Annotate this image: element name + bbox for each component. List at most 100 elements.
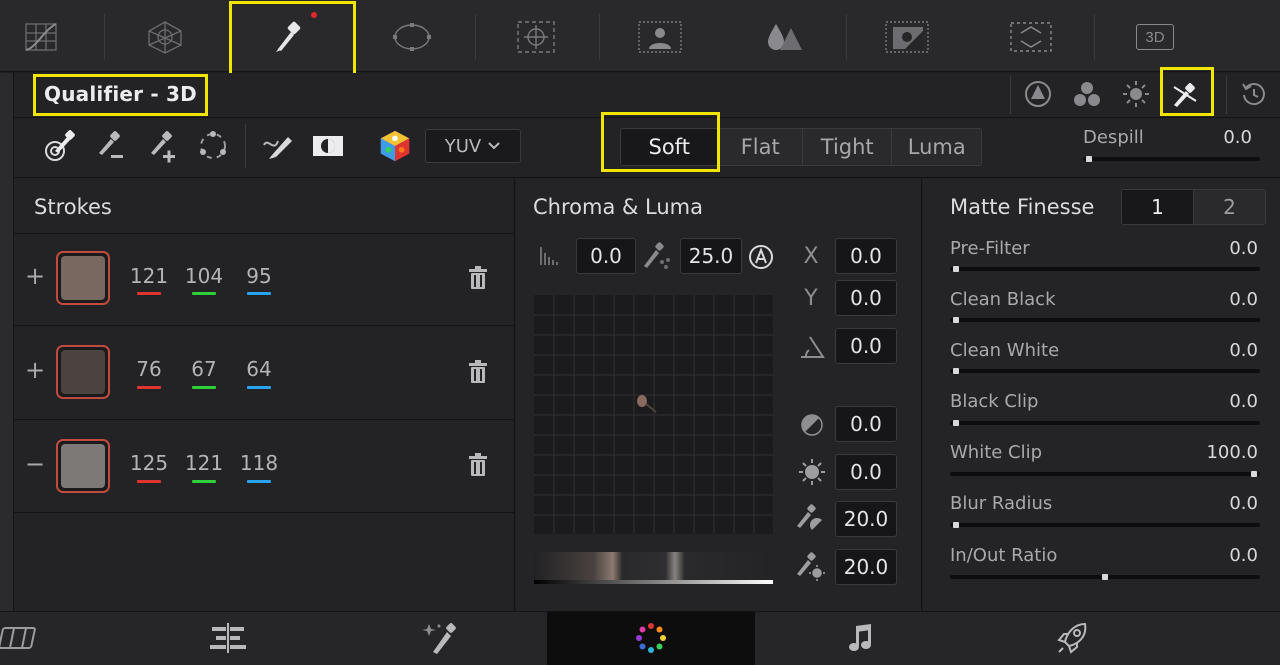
trash-icon[interactable] bbox=[467, 360, 489, 384]
mode-tight-button[interactable]: Tight bbox=[802, 129, 893, 165]
high-softness-control bbox=[794, 551, 826, 583]
window-tool[interactable] bbox=[352, 4, 472, 70]
stroke-swatch[interactable] bbox=[56, 439, 110, 493]
slider-value[interactable]: 0.0 bbox=[1180, 493, 1258, 514]
stroke-color bbox=[61, 444, 105, 488]
chroma-top-right-field[interactable]: 25.0 bbox=[680, 238, 742, 274]
slider-knob[interactable] bbox=[953, 317, 959, 323]
slider-value[interactable]: 0.0 bbox=[1180, 238, 1258, 259]
high-softness-field[interactable]: 20.0 bbox=[835, 549, 897, 585]
trash-icon[interactable] bbox=[467, 453, 489, 477]
color-space-dropdown[interactable]: YUV bbox=[425, 129, 521, 163]
rgb-icon bbox=[1074, 82, 1100, 106]
row-separator bbox=[14, 233, 515, 234]
slider-label: In/Out Ratio bbox=[950, 545, 1058, 566]
despill-slider-knob[interactable] bbox=[1086, 156, 1092, 162]
slider-knob[interactable] bbox=[953, 522, 959, 528]
stroke-swatch[interactable] bbox=[56, 345, 110, 399]
stroke-swatch[interactable] bbox=[56, 251, 110, 305]
slider-label: Clean White bbox=[950, 340, 1060, 361]
brightness-value-field[interactable]: 0.0 bbox=[835, 454, 897, 490]
color-page-button[interactable] bbox=[621, 612, 681, 664]
despill-slider[interactable] bbox=[1083, 157, 1260, 161]
slider-knob[interactable] bbox=[1251, 471, 1257, 477]
curves-tool[interactable] bbox=[0, 4, 102, 70]
reset-button[interactable] bbox=[1231, 74, 1277, 114]
3d-tool[interactable]: 3D bbox=[1095, 4, 1215, 70]
slider-value[interactable]: 0.0 bbox=[1180, 545, 1258, 566]
green-indicator bbox=[192, 480, 216, 483]
y-axis-label: Y bbox=[804, 286, 818, 311]
magic-mask-tool[interactable] bbox=[600, 4, 720, 70]
active-indicator-dot bbox=[311, 12, 317, 18]
low-softness-control bbox=[794, 503, 826, 535]
stroke-red-value: 121 bbox=[129, 264, 169, 288]
chroma-top-left-field[interactable]: 0.0 bbox=[576, 238, 636, 274]
picker-minus-tool[interactable] bbox=[92, 128, 128, 164]
stroke-green-value: 121 bbox=[184, 451, 224, 475]
blur-tool[interactable] bbox=[723, 4, 843, 70]
stroke-sign[interactable]: + bbox=[25, 356, 45, 384]
mode-flat-button[interactable]: Flat bbox=[718, 129, 803, 165]
slider-value[interactable]: 0.0 bbox=[1180, 391, 1258, 412]
slider-track[interactable] bbox=[950, 472, 1260, 476]
slider-track[interactable] bbox=[950, 318, 1260, 322]
slider-value[interactable]: 100.0 bbox=[1180, 442, 1258, 463]
slider-knob[interactable] bbox=[953, 368, 959, 374]
picker-tool[interactable] bbox=[42, 128, 78, 164]
picker-plus-tool[interactable] bbox=[144, 128, 180, 164]
highlight-toggle[interactable] bbox=[310, 128, 346, 164]
deliver-page-button[interactable] bbox=[1043, 612, 1103, 664]
tracker-tool[interactable] bbox=[476, 4, 596, 70]
row-separator bbox=[14, 512, 515, 513]
fairlight-page-button[interactable] bbox=[832, 612, 892, 664]
rgb-mode-button[interactable] bbox=[1064, 74, 1110, 114]
key-icon bbox=[885, 21, 929, 53]
dotted-circle-icon bbox=[200, 131, 226, 159]
despill-value[interactable]: 0.0 bbox=[1200, 127, 1252, 148]
contrast-control bbox=[796, 409, 828, 441]
angle-control bbox=[796, 331, 828, 363]
stroke-sign[interactable]: + bbox=[25, 262, 45, 290]
color-icon bbox=[636, 623, 666, 653]
auto-icon[interactable] bbox=[747, 243, 775, 271]
feather-tool[interactable] bbox=[260, 128, 296, 164]
fairlight-timeline-icon bbox=[210, 623, 246, 653]
x-value-field[interactable]: 0.0 bbox=[835, 238, 897, 274]
despill-label: Despill bbox=[1083, 127, 1144, 148]
3d-cube-tool[interactable] bbox=[377, 128, 413, 164]
eyedropper-plus-icon bbox=[151, 131, 175, 163]
matte-tab-1[interactable]: 1 bbox=[1122, 190, 1194, 224]
mode-luma-button[interactable]: Luma bbox=[892, 129, 981, 165]
matte-subtract-tool[interactable] bbox=[195, 128, 231, 164]
color-warper-tool[interactable] bbox=[105, 4, 225, 70]
sizing-tool[interactable] bbox=[971, 4, 1091, 70]
y-value-field[interactable]: 0.0 bbox=[835, 280, 897, 316]
matte-tab-2[interactable]: 2 bbox=[1194, 190, 1265, 224]
edit-icon bbox=[0, 627, 36, 649]
key-tool[interactable] bbox=[847, 4, 967, 70]
slider-track[interactable] bbox=[950, 523, 1260, 527]
slider-track[interactable] bbox=[950, 421, 1260, 425]
luma-range-bar[interactable] bbox=[534, 552, 773, 586]
pen-icon bbox=[263, 137, 292, 159]
slider-track[interactable] bbox=[950, 369, 1260, 373]
slider-value[interactable]: 0.0 bbox=[1180, 289, 1258, 310]
slider-knob[interactable] bbox=[953, 420, 959, 426]
chroma-3d-plot[interactable] bbox=[533, 294, 774, 535]
stroke-sign[interactable]: − bbox=[25, 450, 45, 478]
luminance-mode-button[interactable] bbox=[1113, 74, 1159, 114]
edit-page-button[interactable] bbox=[0, 612, 50, 664]
angle-value-field[interactable]: 0.0 bbox=[835, 328, 897, 364]
fusion-page-button[interactable] bbox=[409, 612, 469, 664]
reset-icon bbox=[1242, 83, 1265, 106]
hsl-mode-button[interactable] bbox=[1015, 74, 1061, 114]
fairlight-timeline-page-button[interactable] bbox=[198, 612, 258, 664]
slider-knob[interactable] bbox=[953, 266, 959, 272]
contrast-value-field[interactable]: 0.0 bbox=[835, 406, 897, 442]
slider-knob[interactable] bbox=[1102, 574, 1108, 580]
slider-track[interactable] bbox=[950, 267, 1260, 271]
slider-value[interactable]: 0.0 bbox=[1180, 340, 1258, 361]
low-softness-field[interactable]: 20.0 bbox=[835, 501, 897, 537]
trash-icon[interactable] bbox=[467, 266, 489, 290]
